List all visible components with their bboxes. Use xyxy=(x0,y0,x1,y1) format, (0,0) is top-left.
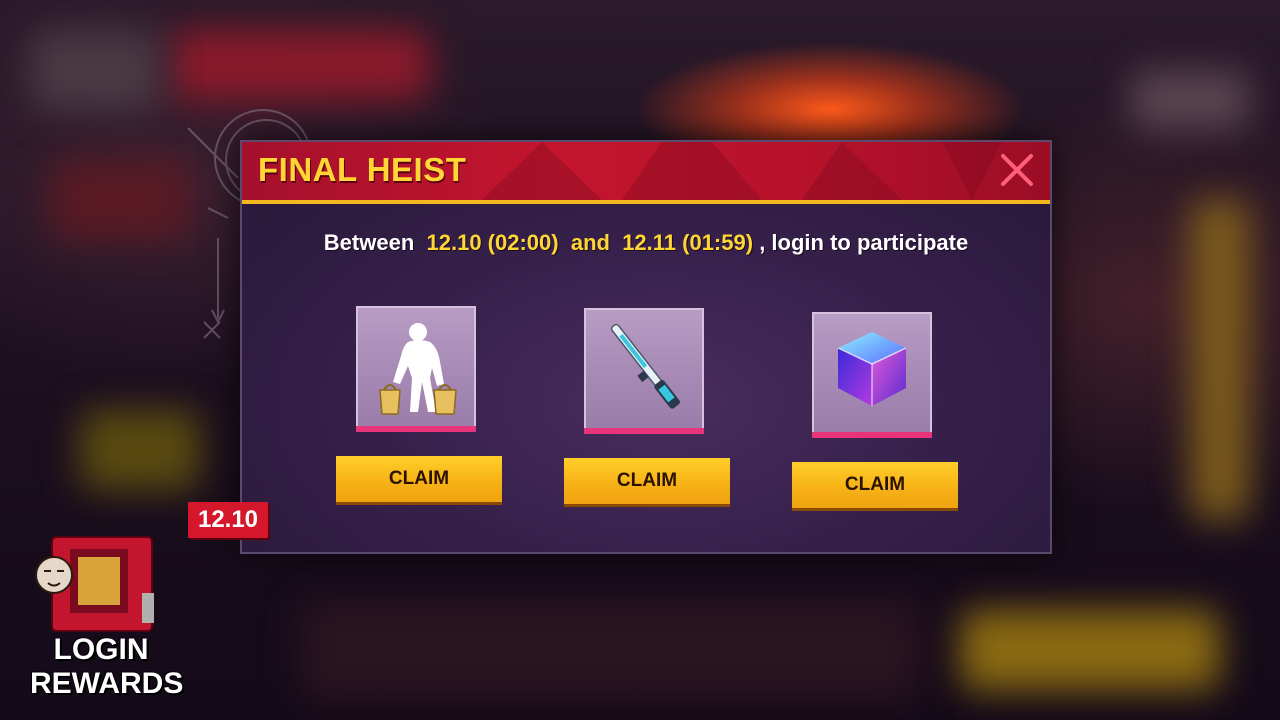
dialog-title: FINAL HEIST xyxy=(258,151,467,188)
close-button[interactable] xyxy=(998,151,1036,189)
tile-accent-bar xyxy=(356,426,476,432)
bg-blur-panel xyxy=(1130,70,1250,130)
reward-slot-1: CLAIM xyxy=(336,306,504,506)
subtitle-suffix: , login to participate xyxy=(759,230,969,255)
bg-blur-panel xyxy=(30,30,160,110)
crystal-cube-icon xyxy=(837,332,907,406)
end-datetime: 12.11 (01:59) xyxy=(622,230,754,255)
bg-blur-panel xyxy=(80,410,200,490)
bg-blur-panel xyxy=(1190,200,1250,520)
claim-button-2[interactable]: CLAIM xyxy=(564,458,730,504)
reward-tile[interactable] xyxy=(812,312,932,438)
start-datetime: 12.10 (02:00) xyxy=(426,230,559,255)
date-tag: 12.10 xyxy=(188,502,268,538)
subtitle-connector: and xyxy=(570,230,610,255)
heist-thief-emote-icon xyxy=(379,323,457,415)
claim-button-1[interactable]: CLAIM xyxy=(336,456,502,502)
event-period-text: Between 12.10 (02:00) and 12.11 (01:59) … xyxy=(242,230,1050,256)
safe-heist-icon xyxy=(35,536,154,632)
reward-tile[interactable] xyxy=(356,306,476,432)
tile-accent-bar xyxy=(584,428,704,434)
dialog-header: FINAL HEIST xyxy=(242,142,1050,204)
close-x-icon xyxy=(1001,154,1033,186)
login-rewards-widget[interactable]: LOGIN REWARDS xyxy=(30,535,184,705)
final-heist-dialog: FINAL HEIST Between 12.10 (02:00) and 12… xyxy=(240,140,1052,554)
rewards-label: REWARDS xyxy=(30,667,184,700)
tile-accent-bar xyxy=(812,432,932,438)
reward-slot-2: CLAIM xyxy=(564,308,732,508)
bg-blur-panel xyxy=(300,600,920,700)
claim-button-3[interactable]: CLAIM xyxy=(792,462,958,508)
reward-slot-3: CLAIM xyxy=(792,312,960,512)
shotgun-skin-icon xyxy=(610,323,680,409)
reward-tile[interactable] xyxy=(584,308,704,434)
bg-blur-panel xyxy=(960,610,1220,690)
login-label: LOGIN xyxy=(53,633,149,666)
subtitle-prefix: Between xyxy=(323,230,415,255)
